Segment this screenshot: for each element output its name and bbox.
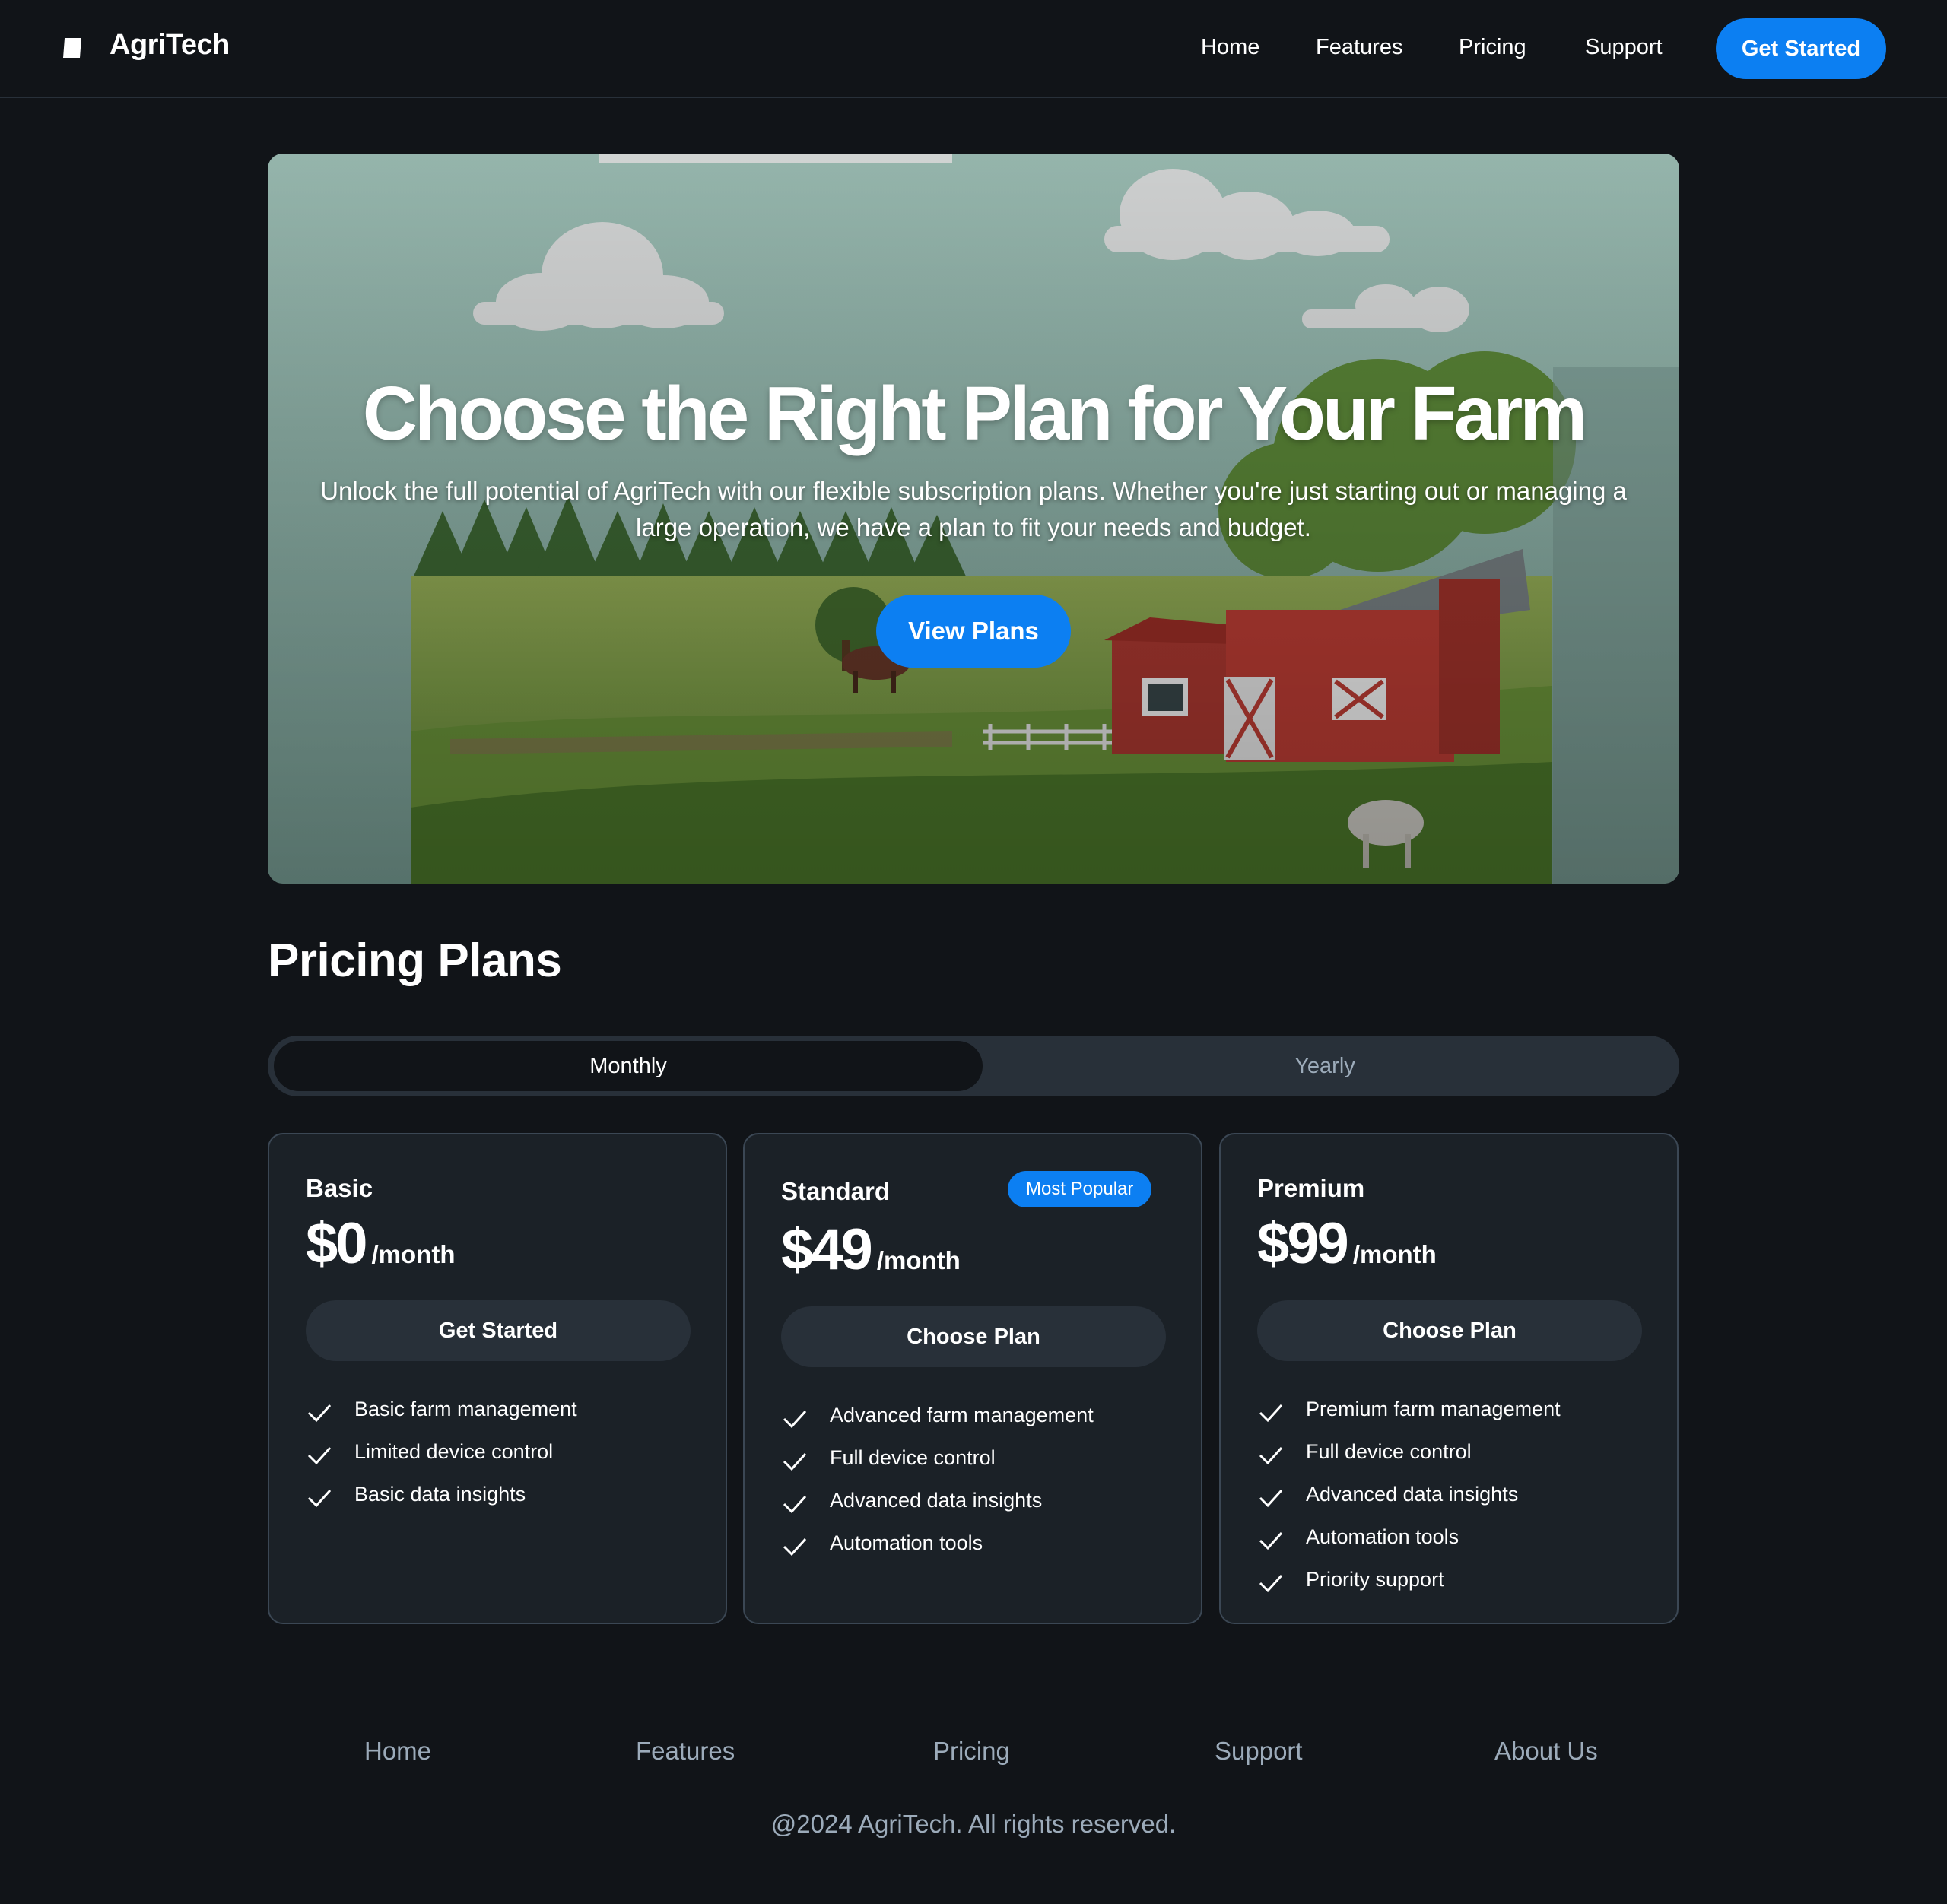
toggle-yearly[interactable]: Yearly <box>970 1041 1679 1091</box>
plan-card-standard: Standard Most Popular $49/month Choose P… <box>743 1133 1202 1624</box>
plan-price: $49 <box>781 1217 873 1282</box>
plan-card-basic: Basic $0/month Get Started Basic farm ma… <box>268 1133 727 1624</box>
plan-name: Premium <box>1257 1174 1365 1202</box>
plan-period: /month <box>876 1246 961 1274</box>
brand-name[interactable]: AgriTech <box>110 29 230 62</box>
pricing-title: Pricing Plans <box>268 935 562 987</box>
nav-support[interactable]: Support <box>1585 35 1663 60</box>
check-icon <box>1259 1489 1283 1508</box>
view-plans-button[interactable]: View Plans <box>876 595 1071 668</box>
feature-text: Full device control <box>1306 1440 1472 1463</box>
feature-text: Limited device control <box>354 1440 554 1463</box>
toggle-monthly[interactable]: Monthly <box>274 1041 983 1091</box>
feature-text: Advanced farm management <box>830 1404 1094 1426</box>
choose-plan-button[interactable]: Choose Plan <box>1257 1300 1642 1361</box>
plan-price: $99 <box>1257 1211 1349 1276</box>
hero-banner: Choose the Right Plan for Your Farm Unlo… <box>268 154 1679 884</box>
most-popular-badge: Most Popular <box>1008 1171 1152 1207</box>
feature-text: Premium farm management <box>1306 1398 1561 1420</box>
billing-toggle: Monthly Yearly <box>268 1036 1679 1096</box>
price-row: $49/month <box>781 1217 961 1283</box>
feature-text: Full device control <box>830 1446 996 1469</box>
check-icon <box>1259 1574 1283 1593</box>
check-icon <box>307 1446 332 1465</box>
check-icon <box>783 1537 807 1557</box>
check-icon <box>1259 1404 1283 1423</box>
feature-text: Priority support <box>1306 1568 1444 1591</box>
nav-home[interactable]: Home <box>1201 35 1259 60</box>
plan-card-premium: Premium $99/month Choose Plan Premium fa… <box>1219 1133 1679 1624</box>
logo-icon <box>63 38 81 58</box>
nav-features[interactable]: Features <box>1316 35 1402 60</box>
nav-pricing[interactable]: Pricing <box>1459 35 1526 60</box>
get-started-plan-button[interactable]: Get Started <box>306 1300 691 1361</box>
footer-link-features[interactable]: Features <box>636 1737 735 1766</box>
check-icon <box>307 1489 332 1508</box>
check-icon <box>1259 1531 1283 1550</box>
price-row: $0/month <box>306 1211 456 1277</box>
feature-text: Automation tools <box>830 1531 983 1554</box>
plan-price: $0 <box>306 1211 368 1276</box>
get-started-button[interactable]: Get Started <box>1716 18 1886 79</box>
check-icon <box>1259 1446 1283 1465</box>
site-header: AgriTech Home Features Pricing Support G… <box>0 0 1947 98</box>
check-icon <box>783 1452 807 1471</box>
footer-link-pricing[interactable]: Pricing <box>933 1737 1010 1766</box>
plan-period: /month <box>1352 1240 1437 1268</box>
feature-text: Automation tools <box>1306 1525 1459 1548</box>
price-row: $99/month <box>1257 1211 1437 1277</box>
check-icon <box>783 1410 807 1429</box>
plan-period: /month <box>371 1240 456 1268</box>
footer-link-home[interactable]: Home <box>364 1737 431 1766</box>
feature-text: Advanced data insights <box>830 1489 1043 1512</box>
feature-text: Basic data insights <box>354 1483 526 1506</box>
check-icon <box>783 1495 807 1514</box>
feature-text: Advanced data insights <box>1306 1483 1519 1506</box>
footer-link-about-us[interactable]: About Us <box>1494 1737 1598 1766</box>
check-icon <box>307 1404 332 1423</box>
feature-text: Basic farm management <box>354 1398 577 1420</box>
choose-plan-button[interactable]: Choose Plan <box>781 1306 1166 1367</box>
footer-link-support[interactable]: Support <box>1215 1737 1303 1766</box>
copyright-text: @2024 AgriTech. All rights reserved. <box>770 1810 1177 1838</box>
hero-title: Choose the Right Plan for Your Farm <box>362 371 1587 456</box>
plan-name: Basic <box>306 1174 373 1202</box>
hero-subtitle: Unlock the full potential of AgriTech wi… <box>320 477 1627 541</box>
plan-name: Standard <box>781 1177 891 1205</box>
